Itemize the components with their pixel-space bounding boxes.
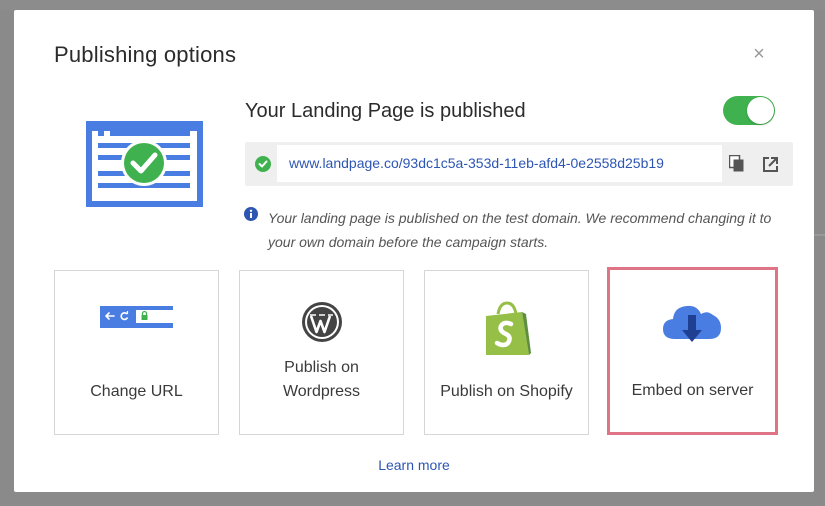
embed-on-server-card[interactable]: Embed on server (607, 267, 778, 435)
learn-more-link[interactable]: Learn more (14, 457, 814, 473)
shopify-icon (482, 301, 532, 362)
backdrop (0, 0, 825, 10)
check-circle-icon (255, 156, 271, 177)
card-label: Publish on Shopify (440, 383, 573, 400)
info-message: Your landing page is published on the te… (268, 210, 772, 250)
card-label: Embed on server (631, 382, 754, 399)
published-page-icon (86, 121, 203, 212)
card-label: Change URL (90, 383, 183, 400)
external-link-icon[interactable] (762, 156, 779, 178)
wordpress-icon (301, 301, 343, 348)
publishing-options-modal: Publishing options × Your Landing Page i… (14, 10, 814, 492)
toggle-knob (747, 97, 774, 124)
info-icon (244, 207, 258, 226)
shopify-card[interactable]: Publish on Shopify (424, 270, 589, 435)
wordpress-card[interactable]: Publish on Wordpress (239, 270, 404, 435)
backdrop-divider (813, 234, 825, 236)
change-url-card[interactable]: Change URL (54, 270, 219, 435)
cloud-download-icon (661, 299, 723, 352)
modal-title: Publishing options (54, 42, 237, 67)
url-bar: www.landpage.co/93dc1c5a-353d-11eb-afd4-… (245, 142, 793, 186)
close-icon[interactable]: × (749, 44, 769, 64)
browser-url-icon (100, 306, 173, 333)
publish-toggle[interactable] (723, 96, 775, 125)
url-field[interactable]: www.landpage.co/93dc1c5a-353d-11eb-afd4-… (277, 145, 722, 182)
card-label: Publish on Wordpress (282, 359, 361, 400)
copy-icon[interactable] (728, 154, 745, 178)
published-heading: Your Landing Page is published (245, 100, 526, 122)
